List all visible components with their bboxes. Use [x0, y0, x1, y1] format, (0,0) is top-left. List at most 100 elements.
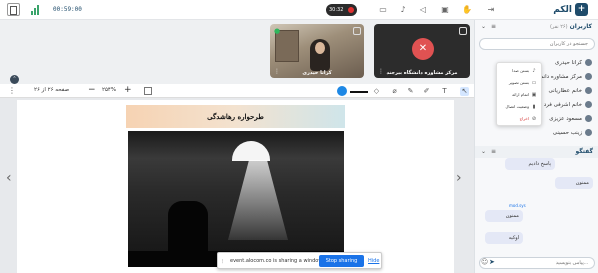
user-name: مسعود عزیزی — [549, 115, 582, 122]
chat-message: ممنون — [555, 177, 593, 189]
chevron-down-icon[interactable]: ⌄ — [481, 23, 486, 30]
text-tool-icon[interactable]: T — [440, 87, 449, 96]
users-search-input[interactable] — [479, 38, 595, 50]
mic-on-icon: ● — [274, 27, 281, 35]
hand-icon[interactable]: ✋ — [462, 5, 472, 15]
menu-item-end-presentation[interactable]: ▣ اتمام ارائه — [497, 90, 537, 100]
color-picker[interactable] — [337, 86, 347, 96]
fit-screen-icon[interactable] — [144, 87, 152, 95]
share-message: event.alocom.co is sharing a window. — [230, 258, 324, 264]
top-bar: 00:59:00 30:32 ▭ ♪ ◁ ▣ ✋ ⇥ الكم + — [0, 0, 598, 20]
message-text: ممنون — [575, 180, 589, 186]
zoom-out-button[interactable]: − — [88, 85, 96, 95]
expand-icon[interactable] — [353, 27, 361, 35]
moon-reflection — [228, 160, 288, 240]
mic-off-icon: ✕ — [412, 38, 434, 60]
avatar — [585, 73, 592, 80]
layout-icon[interactable] — [7, 3, 20, 16]
emoji-icon[interactable]: ☺ — [481, 258, 488, 266]
next-page-button[interactable]: › — [456, 170, 462, 186]
menu-item-label: بستن تصویر — [508, 80, 529, 85]
pen-tool-icon[interactable]: ✐ — [422, 87, 431, 96]
filter-icon[interactable]: ≡ — [491, 23, 496, 30]
pointer-tool-icon[interactable]: ↖ — [460, 87, 469, 96]
more-options-icon[interactable]: ⋮ — [8, 87, 16, 95]
mic-off-icon[interactable]: ♪ — [398, 5, 408, 15]
video-tile-host[interactable]: ✕ ⋮ مرکز مشاوره دانشگاه بیرجند — [374, 24, 470, 78]
marker-tool-icon[interactable]: ⌀ — [390, 87, 399, 96]
slide-image — [128, 131, 344, 267]
users-title: کاربران — [569, 23, 592, 30]
user-context-menu: ♪ بستن صدا ▭ بستن تصویر ▣ اتمام ارائه ▮ وضعی… — [496, 62, 542, 126]
app-logo: الكم + — [553, 3, 588, 16]
tile-label: کرانا حیدری — [302, 70, 332, 76]
user-name: خانم اشرفی فرد — [543, 101, 582, 108]
hide-link[interactable]: Hide — [368, 258, 379, 264]
avatar — [585, 129, 592, 136]
mic-icon: ♪ — [532, 68, 536, 74]
zoom-in-button[interactable]: + — [124, 85, 132, 95]
previous-page-button[interactable]: ‹ — [6, 170, 12, 186]
highlighter-tool-icon[interactable]: ✎ — [406, 87, 415, 96]
record-icon — [348, 7, 354, 13]
zoom-level: ۲۵۴% — [102, 87, 117, 93]
chevron-down-icon[interactable]: ⌄ — [481, 148, 486, 155]
session-timer: 00:59:00 — [53, 6, 82, 13]
menu-item-mute[interactable]: ♪ بستن صدا — [497, 66, 537, 76]
menu-item-label: وضعیت اتصال — [505, 104, 529, 109]
chat-message: ممنون — [485, 210, 523, 222]
moon-shape — [232, 141, 270, 161]
user-row[interactable]: خانم اشرفی فرد — [544, 99, 592, 110]
silhouette-figure — [168, 201, 208, 256]
chat-input[interactable] — [479, 257, 595, 269]
page-indicator[interactable]: صفحه ۲۶ از ۲۶ — [34, 87, 69, 93]
menu-item-kick[interactable]: ⊘ اخراج — [497, 114, 537, 124]
menu-item-camera-off[interactable]: ▭ بستن تصویر — [497, 78, 537, 88]
send-icon[interactable]: ➤ — [489, 258, 495, 266]
video-tile-self[interactable]: ● ⋮ کرانا حیدری — [270, 24, 364, 78]
kick-icon: ⊘ — [531, 116, 537, 122]
line-tool-icon[interactable] — [350, 91, 368, 93]
user-row[interactable]: خانم عطاریانی — [549, 85, 592, 96]
message-text: پاسخ دادیم — [528, 161, 551, 167]
volume-icon[interactable]: ◁ — [418, 5, 428, 15]
user-name: کرانا حیدری — [554, 59, 582, 66]
signal-icon — [31, 4, 39, 15]
menu-item-label: بستن صدا — [512, 68, 529, 73]
screen-share-notification: ⦙ event.alocom.co is sharing a window. S… — [217, 252, 382, 269]
chat-message: پاسخ دادیم — [505, 158, 555, 170]
collapse-icon[interactable]: ⌃ — [10, 75, 19, 84]
camera-icon: ▭ — [531, 80, 537, 86]
record-time: 30:32 — [329, 7, 344, 13]
avatar — [585, 101, 592, 108]
slide-title: طرحواره رهاشدگی — [126, 105, 345, 128]
message-text: ممنون — [505, 213, 519, 219]
users-count: (۲۶ نفر) — [549, 24, 568, 30]
user-row[interactable]: زینب حسینی — [553, 127, 592, 138]
user-name: خانم عطاریانی — [548, 87, 582, 94]
signal-icon: ▮ — [532, 104, 536, 110]
side-panel: ⌄ ≡ کاربران (۲۶ نفر) کرانا حیدری مرکز مش… — [474, 20, 598, 273]
presentation-icon: ▣ — [531, 92, 537, 98]
message-text: اوکیه — [508, 235, 519, 241]
user-row[interactable]: مسعود عزیزی — [549, 113, 592, 124]
chat-title: گفتگو — [575, 148, 593, 155]
avatar — [585, 87, 592, 94]
filter-icon[interactable]: ≡ — [491, 148, 496, 155]
exit-icon[interactable]: ⇥ — [486, 5, 496, 15]
camera-off-icon[interactable]: ▭ — [378, 5, 388, 15]
message-sender: mod.sys — [509, 203, 526, 208]
drag-handle-icon[interactable]: ⦙ — [222, 258, 223, 266]
chat-header: ⌄ ≡ گفتگو — [475, 146, 598, 158]
record-button[interactable]: 30:32 — [326, 4, 357, 16]
stop-sharing-button[interactable]: Stop sharing — [319, 255, 364, 267]
eraser-tool-icon[interactable]: ◇ — [372, 87, 381, 96]
whiteboard-toolbar: ⋮ صفحه ۲۶ از ۲۶ − ۲۵۴% + ◇ ⌀ ✎ ✐ T ↖ — [0, 84, 474, 98]
expand-icon[interactable] — [459, 27, 467, 35]
user-row[interactable]: کرانا حیدری — [555, 57, 592, 68]
menu-item-label: اتمام ارائه — [512, 92, 529, 97]
menu-item-label: اخراج — [519, 116, 529, 121]
screen-share-icon[interactable]: ▣ — [440, 5, 450, 15]
users-header: کاربران (۲۶ نفر) — [550, 23, 592, 30]
menu-item-connection[interactable]: ▮ وضعیت اتصال — [497, 102, 537, 112]
